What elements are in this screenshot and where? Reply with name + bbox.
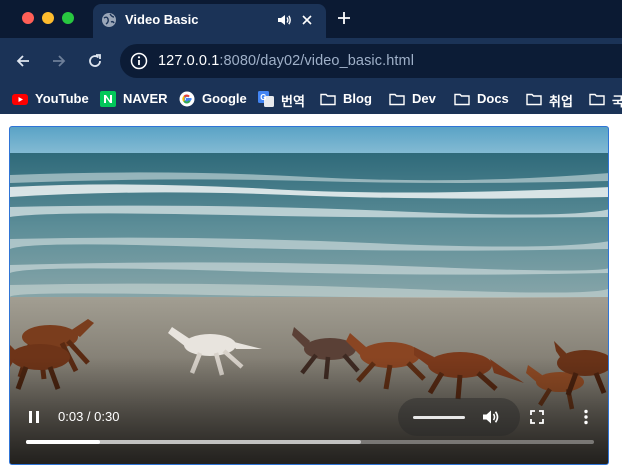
folder-icon [320,93,336,106]
close-window-button[interactable] [22,12,34,24]
close-tab-icon[interactable] [299,12,315,28]
maximize-window-button[interactable] [62,12,74,24]
bookmark-label: Docs [477,91,509,106]
page-top-edge [0,114,622,119]
bookmark-label: YouTube [35,91,89,106]
svg-text:G: G [260,93,266,102]
new-tab-icon[interactable] [336,10,352,26]
bookmark-label: Google [202,91,247,106]
speaker-icon[interactable] [276,12,292,28]
back-icon[interactable] [14,52,32,70]
folder-icon [389,93,405,106]
more-options-icon[interactable] [576,407,596,427]
bookmark-label: 취업 [549,94,573,109]
site-info-icon[interactable] [130,52,148,70]
bookmark-label: Blog [343,91,372,106]
naver-icon [100,91,116,107]
fullscreen-icon[interactable] [528,408,546,426]
volume-control[interactable] [398,398,520,436]
youtube-icon [12,94,28,105]
bookmarks-bar: YouTube NAVER Google G 번역 Blog Dev Docs … [0,84,622,114]
time-display: 0:03 / 0:30 [58,409,120,424]
bookmark-label: 번역 [281,94,305,109]
video-player[interactable]: 0:03 / 0:30 [9,126,609,465]
active-tab[interactable]: Video Basic [93,4,326,38]
seek-bar[interactable] [26,440,594,444]
bookmark-label: 국 [612,94,622,109]
minimize-window-button[interactable] [42,12,54,24]
played-range [26,440,100,444]
url-text[interactable]: 127.0.0.1:8080/day02/video_basic.html [158,53,414,69]
volume-icon[interactable] [480,407,500,427]
globe-icon [102,13,116,27]
folder-icon [526,93,542,106]
folder-icon [589,93,605,106]
folder-icon [454,93,470,106]
bookmark-label: Dev [412,91,436,106]
tab-strip: Video Basic [0,0,622,38]
video-controls: 0:03 / 0:30 [10,127,608,464]
reload-icon[interactable] [86,52,104,70]
forward-icon[interactable] [50,52,68,70]
tab-title: Video Basic [125,12,199,27]
browser-toolbar: 127.0.0.1:8080/day02/video_basic.html [0,38,622,84]
address-bar[interactable]: 127.0.0.1:8080/day02/video_basic.html [120,44,622,78]
google-icon [179,91,195,107]
volume-slider[interactable] [413,416,465,419]
url-path: :8080/day02/video_basic.html [219,53,415,69]
pause-icon[interactable] [24,407,44,427]
translate-icon: G [258,91,274,107]
url-host: 127.0.0.1 [158,53,220,69]
bookmark-label: NAVER [123,91,168,106]
